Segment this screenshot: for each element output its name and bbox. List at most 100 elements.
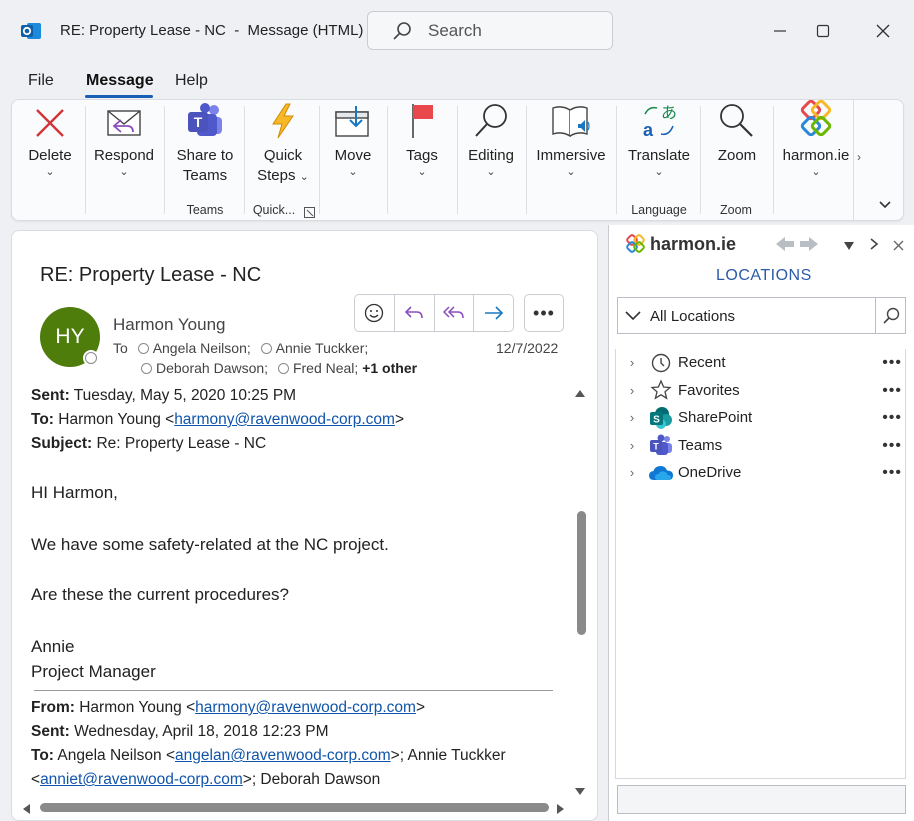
ribbon-separator — [526, 106, 527, 214]
more-recipients[interactable]: +1 other — [362, 360, 417, 376]
locations-search-button[interactable] — [875, 298, 905, 333]
expand-icon[interactable]: › — [618, 355, 646, 370]
close-button[interactable] — [868, 16, 898, 46]
expand-icon[interactable]: › — [618, 465, 646, 480]
react-button[interactable] — [355, 295, 395, 331]
greeting: HI Harmon, — [31, 483, 118, 502]
recipient[interactable]: Annie Tuckker; — [276, 340, 369, 356]
sender-name[interactable]: Harmon Young — [113, 315, 225, 335]
expand-icon[interactable]: › — [618, 383, 646, 398]
paragraph: Are these the current procedures? — [31, 585, 289, 604]
clock-icon — [651, 353, 671, 372]
svg-text:T: T — [194, 114, 203, 130]
chevron-right-icon[interactable] — [869, 237, 879, 253]
menu-file[interactable]: File — [28, 72, 54, 90]
tree-item-sharepoint[interactable]: › S SharePoint ••• — [618, 404, 906, 432]
ribbon-separator — [616, 106, 617, 214]
delete-button[interactable]: Delete ⌄ — [18, 100, 82, 178]
chevron-down-icon: ⌄ — [566, 166, 576, 178]
minimize-button[interactable] — [765, 16, 795, 46]
chevron-down-icon — [625, 311, 641, 321]
presence-icon — [137, 343, 149, 354]
message-date: 12/7/2022 — [496, 340, 559, 356]
quick-label-1: Quick — [263, 147, 303, 164]
back-arrow-icon[interactable] — [776, 237, 794, 254]
scroll-up-icon[interactable] — [574, 385, 586, 401]
quoted-to-cont: <anniet@ravenwood-corp.com>; Deborah Daw… — [31, 771, 381, 788]
quick-label-2: Steps — [257, 167, 296, 184]
chevron-down-icon — [879, 201, 891, 209]
svg-text:T: T — [653, 442, 659, 452]
ribbon-separator — [773, 106, 774, 214]
tags-button[interactable]: Tags ⌄ — [396, 100, 448, 178]
menu-help[interactable]: Help — [175, 72, 208, 90]
editing-button[interactable]: Editing ⌄ — [462, 100, 520, 178]
move-button[interactable]: Move ⌄ — [324, 100, 382, 178]
dropdown-menu-icon[interactable] — [843, 238, 855, 254]
quoted-to: To: Angela Neilson <angelan@ravenwood-co… — [31, 747, 506, 764]
group-zoom: Zoom — [720, 203, 752, 217]
translate-icon: あa — [643, 103, 677, 140]
recipient[interactable]: Angela Neilson; — [153, 340, 251, 356]
expand-icon[interactable]: › — [618, 410, 646, 425]
teams-icon: T — [188, 103, 222, 136]
chevron-down-icon: ⌄ — [348, 166, 358, 178]
share-to-teams-button[interactable]: T Share to Teams — [170, 100, 240, 186]
locations-dropdown[interactable]: All Locations — [617, 297, 906, 334]
harmonie-button[interactable]: harmon.ie ⌄ — [779, 100, 853, 178]
email-link[interactable]: anniet@ravenwood-corp.com — [40, 771, 243, 788]
zoom-button[interactable]: Zoom — [707, 100, 767, 166]
immersive-button[interactable]: Immersive ⌄ — [533, 100, 609, 178]
email-link[interactable]: harmony@ravenwood-corp.com — [195, 699, 416, 716]
dialog-launcher-icon[interactable] — [304, 205, 315, 221]
vertical-scrollbar-thumb[interactable] — [577, 511, 586, 635]
ribbon-scroll-right[interactable]: › — [853, 100, 867, 220]
teams-icon: T — [650, 434, 672, 456]
translate-button[interactable]: あa Translate ⌄ — [622, 100, 696, 178]
tree-item-onedrive[interactable]: › OneDrive ••• — [618, 459, 906, 487]
zoom-label: Zoom — [717, 147, 757, 164]
forward-button[interactable] — [474, 295, 513, 331]
tags-label: Tags — [406, 147, 438, 164]
reply-all-button[interactable] — [435, 295, 475, 331]
more-options-icon[interactable]: ••• — [882, 464, 902, 482]
scroll-left-icon[interactable] — [22, 802, 31, 818]
close-pane-icon[interactable] — [893, 238, 904, 254]
menu-message[interactable]: Message — [86, 72, 154, 90]
respond-button[interactable]: Respond ⌄ — [90, 100, 158, 178]
recipient[interactable]: Deborah Dawson; — [156, 360, 268, 376]
quoted-sent: Sent: Wednesday, April 18, 2018 12:23 PM — [31, 723, 329, 740]
more-actions-button[interactable]: ••• — [524, 294, 564, 332]
tree-item-recent[interactable]: › Recent ••• — [618, 349, 906, 377]
group-language: Language — [631, 203, 687, 217]
email-link[interactable]: harmony@ravenwood-corp.com — [174, 411, 395, 428]
expand-icon[interactable]: › — [618, 438, 646, 453]
quick-steps-button[interactable]: Quick Steps ⌄ — [250, 100, 316, 186]
recipient[interactable]: Fred Neal; — [293, 360, 358, 376]
scroll-down-icon[interactable] — [574, 783, 586, 799]
more-options-icon[interactable]: ••• — [882, 382, 902, 400]
chevron-down-icon: ⌄ — [811, 166, 821, 178]
harmonie-brand: harmon.ie — [650, 234, 737, 254]
star-icon — [650, 379, 672, 400]
more-options-icon[interactable]: ••• — [882, 437, 902, 455]
forward-arrow-icon[interactable] — [800, 237, 818, 254]
maximize-button[interactable] — [808, 16, 838, 46]
header-sent: Sent: Tuesday, May 5, 2020 10:25 PM — [31, 387, 297, 404]
sharepoint-icon: S — [650, 406, 672, 429]
presence-icon — [141, 363, 152, 374]
search-input[interactable]: Search — [367, 11, 613, 50]
tree-item-favorites[interactable]: › Favorites ••• — [618, 377, 906, 405]
email-link[interactable]: angelan@ravenwood-corp.com — [175, 747, 391, 764]
harmonie-logo-icon — [800, 100, 832, 137]
search-placeholder: Search — [428, 21, 482, 40]
scroll-right-icon[interactable] — [556, 802, 565, 818]
reply-button[interactable] — [395, 295, 435, 331]
chevron-down-icon: ⌄ — [45, 166, 55, 178]
more-options-icon[interactable]: ••• — [882, 354, 902, 372]
tree-item-teams[interactable]: › T Teams ••• — [618, 432, 906, 460]
locations-tree: › Recent ••• › Favorites ••• › S SharePo… — [618, 349, 906, 487]
ribbon-expand-button[interactable] — [873, 193, 897, 217]
more-options-icon[interactable]: ••• — [882, 409, 902, 427]
horizontal-scrollbar-thumb[interactable] — [40, 803, 549, 812]
